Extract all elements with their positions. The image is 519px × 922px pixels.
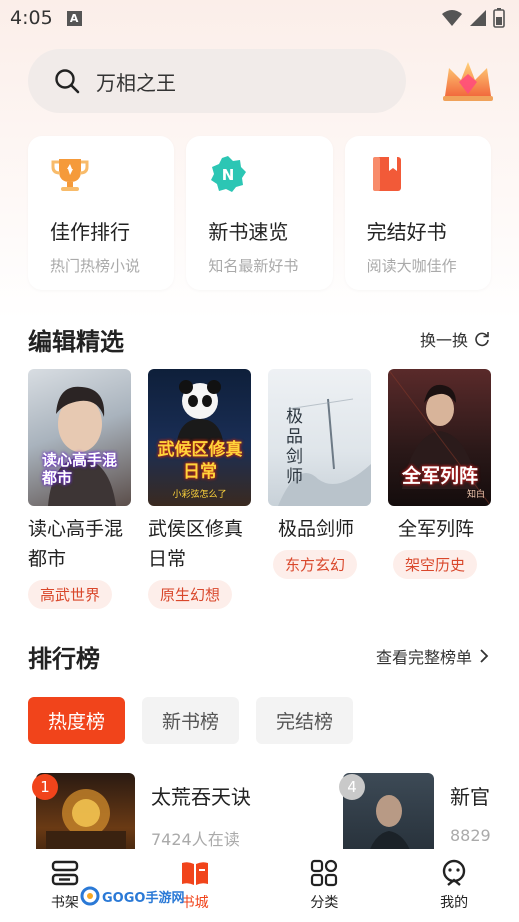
vip-crown-button[interactable]: [438, 48, 498, 114]
reader-count: 8829: [450, 826, 491, 845]
quick-link-title: 新书速览: [208, 220, 289, 244]
ranking-info: 太荒吞天诀 7424人在读: [151, 773, 251, 849]
crown-icon: [443, 62, 493, 101]
rankings-header: 排行榜 查看完整榜单: [28, 637, 490, 675]
section-title: 编辑精选: [28, 327, 124, 356]
status-time: 4:05: [10, 7, 53, 29]
bookstore-icon: [181, 862, 208, 885]
book-title: 全军列阵: [398, 518, 475, 540]
cover-title: 武候区修真日常: [157, 440, 243, 482]
category-grid-icon: [311, 859, 338, 887]
chevron-right-icon: [480, 649, 489, 663]
nav-label: 分类: [310, 895, 339, 911]
nav-label: 书城: [180, 895, 209, 911]
view-full-rankings-link[interactable]: 查看完整榜单: [376, 644, 490, 668]
search-icon: [55, 69, 80, 94]
ranking-list: 1 太荒吞天诀 7424人在读 4 新官 8829: [28, 773, 519, 849]
gogo-logo-icon: [80, 886, 100, 906]
quick-link-title: 佳作排行: [50, 220, 130, 244]
ranking-item[interactable]: 4 新官 8829: [335, 773, 516, 849]
signal-icon: [470, 10, 486, 26]
new-badge-icon: N: [211, 156, 247, 192]
book-title: 武侯区修真日常: [148, 518, 244, 570]
cover-author: 小彩弦怎么了: [172, 490, 227, 500]
book-card[interactable]: 读心高手混都市 读心高手混都市 高武世界: [28, 369, 131, 609]
book-card[interactable]: 全军列阵 知白 全军列阵 架空历史: [388, 369, 491, 609]
cover-title: 全军列阵: [401, 465, 478, 487]
quick-link-new-books[interactable]: N 新书速览 知名最新好书: [186, 136, 333, 290]
refresh-label: 换一换: [419, 331, 468, 350]
svg-text:N: N: [222, 166, 235, 184]
rank-badge: 4: [339, 774, 365, 800]
book-cover[interactable]: 读心高手混都市: [28, 369, 131, 506]
watermark-brand: GOGO手游网: [102, 890, 185, 906]
rank-badge: 1: [32, 774, 58, 800]
book-tag[interactable]: 东方玄幻: [273, 550, 358, 579]
nav-category[interactable]: 分类: [260, 850, 390, 922]
accessibility-notification-icon: A: [66, 10, 82, 26]
book-tag[interactable]: 原生幻想: [148, 580, 233, 609]
refresh-icon: [475, 332, 489, 347]
quick-link-top-rank[interactable]: 佳作排行 热门热榜小说: [28, 136, 175, 290]
cover-art: [176, 380, 224, 449]
search-row: 万相之王: [28, 48, 498, 114]
quick-link-subtitle: 阅读大咖佳作: [366, 257, 457, 275]
nav-label: 书架: [50, 895, 79, 911]
section-title: 排行榜: [28, 644, 100, 673]
book-card[interactable]: 极品剑师 极品剑师 东方玄幻: [268, 369, 371, 609]
editor-picks-header: 编辑精选 换一换: [28, 320, 490, 358]
status-bar: 4:05 A: [0, 0, 519, 36]
wifi-icon: [442, 10, 462, 26]
search-query: 万相之王: [96, 70, 176, 95]
book-cover[interactable]: 全军列阵 知白: [388, 369, 491, 506]
book-title: 极品剑师: [278, 518, 355, 540]
cover-author: 知白: [466, 490, 485, 500]
nav-label: 我的: [440, 895, 469, 911]
watermark: GOGO手游网: [80, 886, 184, 906]
book-cover[interactable]: 武候区修真日常 小彩弦怎么了: [148, 369, 251, 506]
cover-art: [278, 398, 371, 506]
book-icon: [372, 157, 401, 191]
tab-hot[interactable]: 热度榜: [28, 697, 126, 744]
ranking-tabs: 热度榜 新书榜 完结榜: [28, 697, 354, 744]
tab-new[interactable]: 新书榜: [142, 697, 240, 744]
book-title: 新官: [450, 785, 490, 809]
ranking-item[interactable]: 1 太荒吞天诀 7424人在读: [28, 773, 338, 849]
nav-profile[interactable]: 我的: [389, 850, 519, 922]
book-title: 读心高手混都市: [28, 518, 124, 570]
quick-link-title: 完结好书: [366, 220, 447, 244]
quick-links: 佳作排行 热门热榜小说 N 新书速览 知名最新好书 完结好书 阅读大咖佳作: [28, 136, 491, 290]
view-full-rankings-label: 查看完整榜单: [375, 648, 472, 667]
refresh-button[interactable]: 换一换: [420, 327, 490, 351]
cover-title: 读心高手混都市: [42, 451, 118, 487]
book-title: 太荒吞天诀: [151, 785, 251, 809]
tab-completed[interactable]: 完结榜: [256, 697, 354, 744]
search-input[interactable]: 万相之王: [28, 49, 406, 113]
ranking-info: 新官 8829: [450, 773, 491, 849]
quick-link-subtitle: 热门热榜小说: [50, 257, 141, 275]
quick-link-subtitle: 知名最新好书: [208, 257, 299, 275]
cover-title: 极品剑师: [286, 407, 303, 487]
editor-picks-list: 读心高手混都市 读心高手混都市 高武世界 武候区修真日常 小彩弦怎么了 武侯区修…: [28, 369, 498, 609]
book-card[interactable]: 武候区修真日常 小彩弦怎么了 武侯区修真日常 原生幻想: [148, 369, 251, 609]
profile-icon: [442, 859, 466, 886]
quick-link-completed-books[interactable]: 完结好书 阅读大咖佳作: [344, 136, 491, 290]
book-tag[interactable]: 高武世界: [28, 580, 113, 609]
book-cover[interactable]: 极品剑师: [268, 369, 371, 506]
battery-icon: [493, 8, 505, 28]
trophy-icon: [51, 159, 89, 191]
reader-count: 7424人在读: [151, 830, 240, 849]
bottom-nav: 书架 书城 分类 我的: [0, 850, 519, 922]
bookshelf-icon: [51, 860, 79, 886]
book-tag[interactable]: 架空历史: [393, 550, 478, 579]
status-icons: [441, 8, 505, 28]
